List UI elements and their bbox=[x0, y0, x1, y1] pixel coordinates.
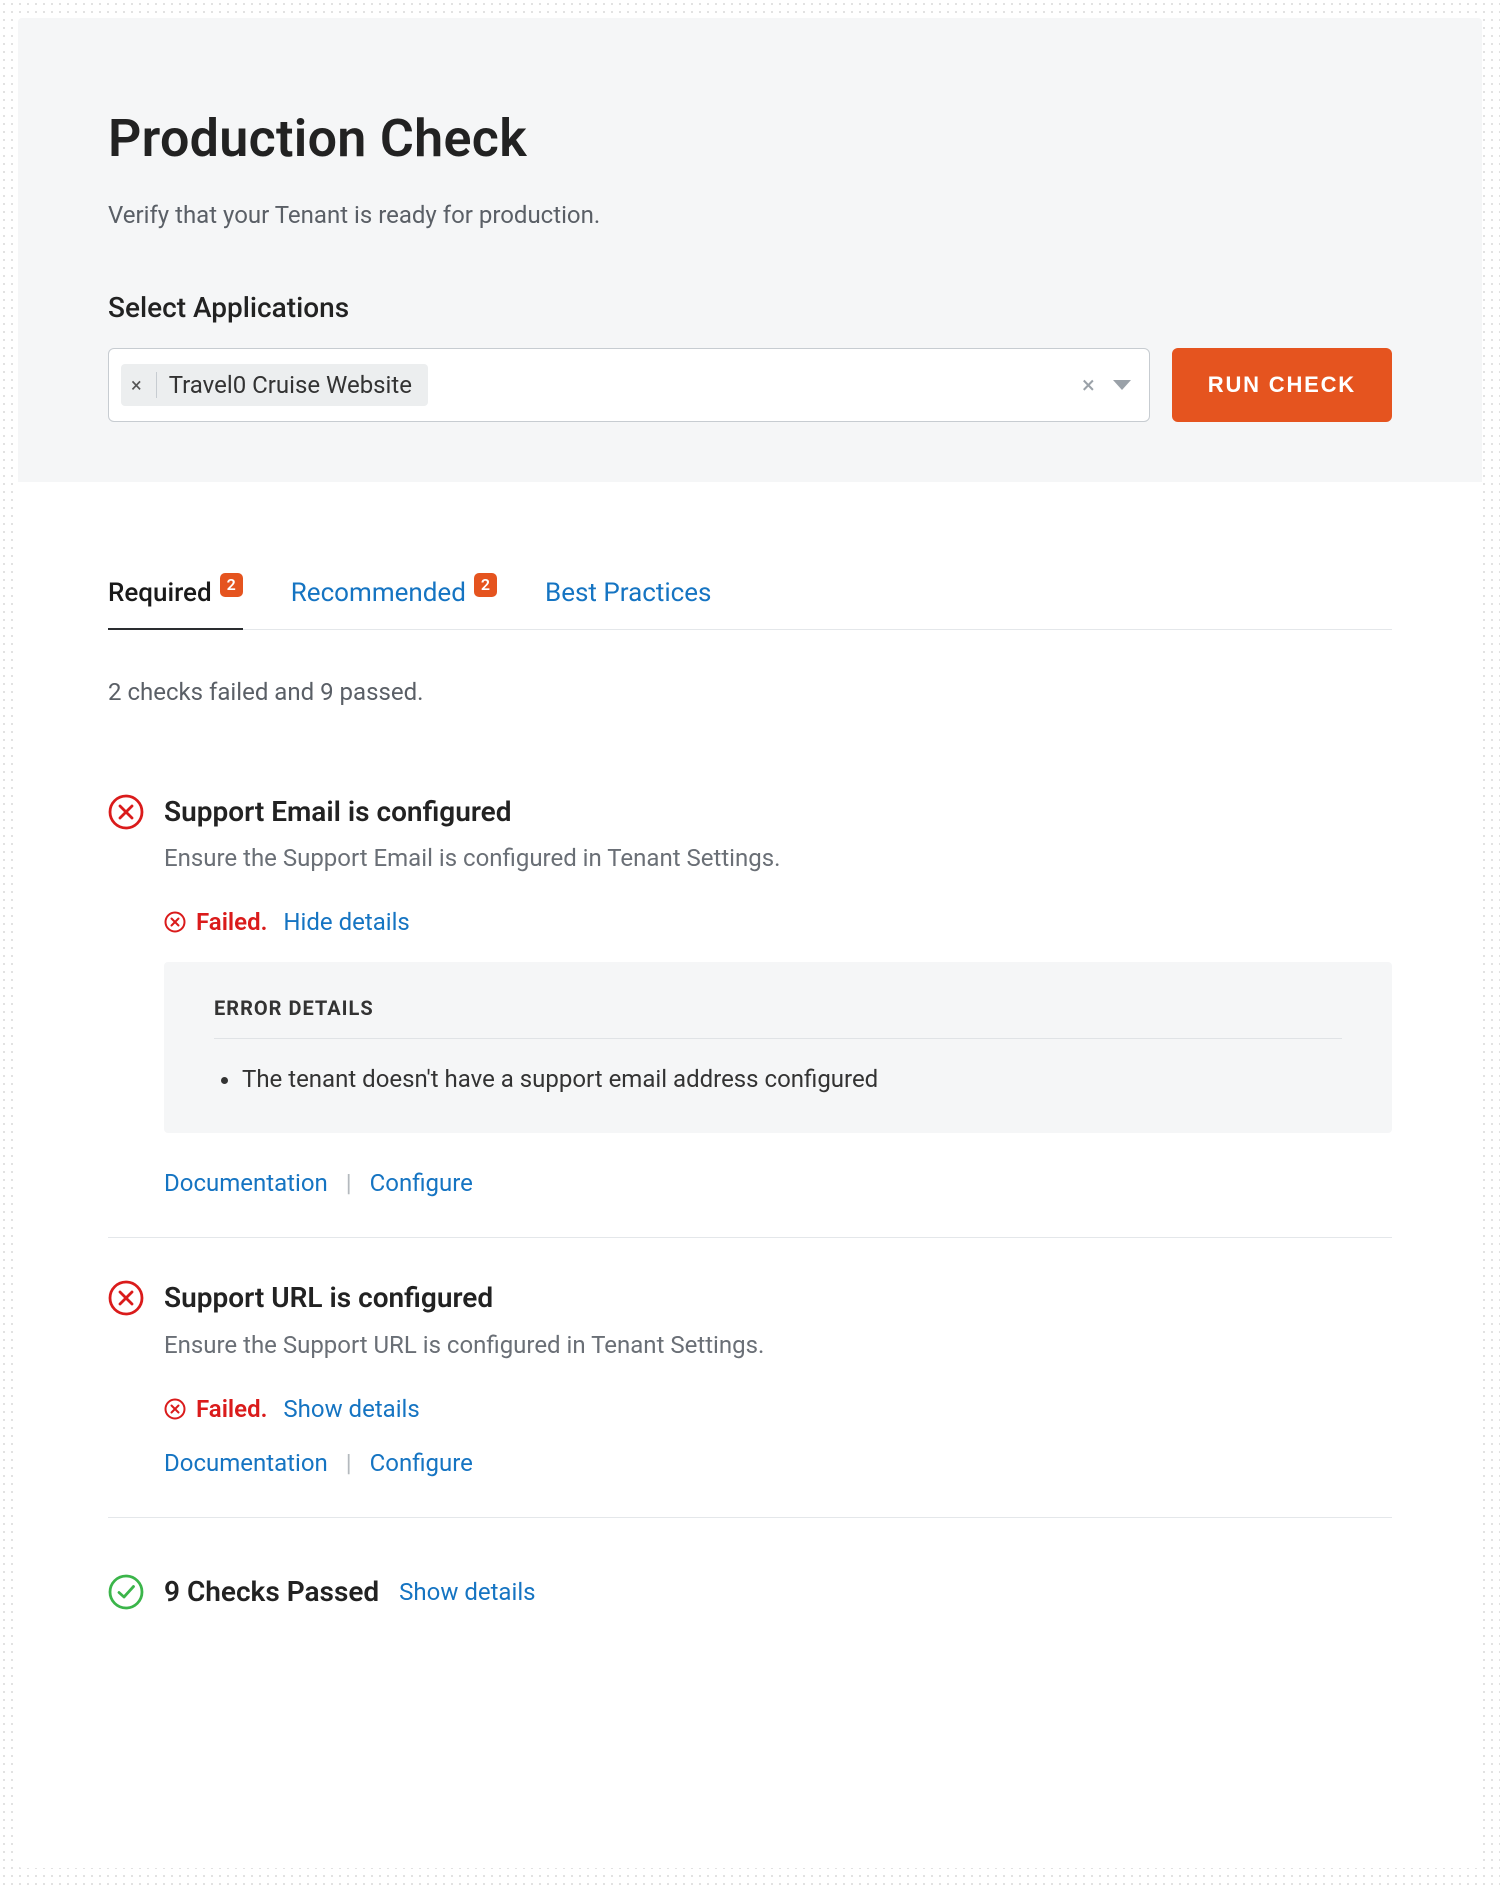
checks-passed-title: 9 Checks Passed bbox=[164, 1575, 379, 1608]
header-section: Production Check Verify that your Tenant… bbox=[18, 18, 1482, 482]
application-chip-label: Travel0 Cruise Website bbox=[169, 371, 412, 399]
action-divider: | bbox=[346, 1449, 352, 1477]
check-support-url: Support URL is configured Ensure the Sup… bbox=[108, 1280, 1392, 1517]
tab-required-label: Required bbox=[108, 578, 212, 608]
configure-link[interactable]: Configure bbox=[370, 1449, 473, 1477]
summary-text: 2 checks failed and 9 passed. bbox=[108, 678, 1392, 706]
tab-recommended-label: Recommended bbox=[291, 578, 466, 608]
run-check-button[interactable]: RUN CHECK bbox=[1172, 348, 1392, 422]
application-chip: × Travel0 Cruise Website bbox=[121, 364, 428, 406]
select-applications-label: Select Applications bbox=[108, 291, 1392, 324]
check-title: Support Email is configured bbox=[164, 794, 511, 830]
page-subtitle: Verify that your Tenant is ready for pro… bbox=[108, 201, 1392, 229]
tab-best-practices[interactable]: Best Practices bbox=[545, 578, 711, 628]
error-details-heading: ERROR DETAILS bbox=[214, 996, 1342, 1039]
status-failed-label: Failed. bbox=[196, 908, 267, 936]
check-title: Support URL is configured bbox=[164, 1280, 493, 1316]
documentation-link[interactable]: Documentation bbox=[164, 1169, 328, 1197]
tabs: Required 2 Recommended 2 Best Practices bbox=[108, 578, 1392, 630]
check-description: Ensure the Support URL is configured in … bbox=[164, 1331, 1392, 1359]
failed-icon bbox=[108, 794, 144, 830]
check-description: Ensure the Support Email is configured i… bbox=[164, 844, 1392, 872]
action-divider: | bbox=[346, 1169, 352, 1197]
chip-divider bbox=[156, 372, 157, 398]
tab-required[interactable]: Required 2 bbox=[108, 578, 243, 630]
checks-passed-row: 9 Checks Passed Show details bbox=[108, 1574, 1392, 1610]
configure-link[interactable]: Configure bbox=[370, 1169, 473, 1197]
status-failed-label: Failed. bbox=[196, 1395, 267, 1423]
failed-icon bbox=[108, 1280, 144, 1316]
check-support-email: Support Email is configured Ensure the S… bbox=[108, 794, 1392, 1238]
error-detail-item: The tenant doesn't have a support email … bbox=[242, 1065, 1342, 1093]
hide-details-link[interactable]: Hide details bbox=[283, 908, 409, 936]
tab-required-badge: 2 bbox=[220, 573, 243, 596]
show-details-link[interactable]: Show details bbox=[283, 1395, 419, 1423]
tab-recommended[interactable]: Recommended 2 bbox=[291, 578, 497, 628]
tab-recommended-badge: 2 bbox=[474, 573, 497, 596]
remove-chip-icon[interactable]: × bbox=[131, 375, 142, 395]
clear-all-icon[interactable]: × bbox=[1082, 373, 1095, 397]
tab-best-practices-label: Best Practices bbox=[545, 578, 711, 608]
success-icon bbox=[108, 1574, 144, 1610]
chevron-down-icon[interactable] bbox=[1113, 380, 1131, 390]
failed-mini-icon bbox=[164, 911, 186, 933]
applications-select[interactable]: × Travel0 Cruise Website × bbox=[108, 348, 1150, 422]
results-section: Required 2 Recommended 2 Best Practices … bbox=[18, 482, 1482, 1700]
documentation-link[interactable]: Documentation bbox=[164, 1449, 328, 1477]
page-title: Production Check bbox=[108, 108, 1392, 169]
show-details-link[interactable]: Show details bbox=[399, 1578, 535, 1606]
error-details-box: ERROR DETAILS The tenant doesn't have a … bbox=[164, 962, 1392, 1133]
failed-mini-icon bbox=[164, 1398, 186, 1420]
